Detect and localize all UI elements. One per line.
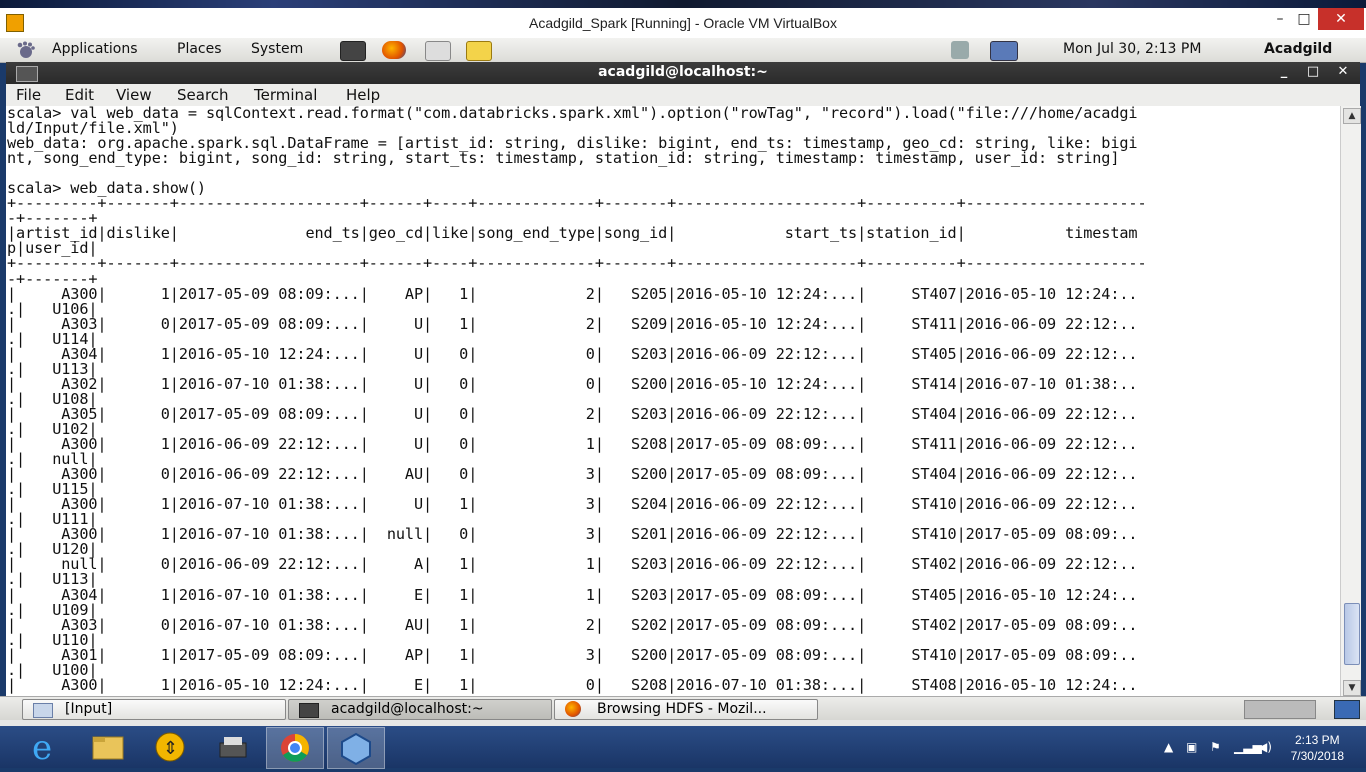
file-explorer-icon[interactable] <box>80 727 136 767</box>
svg-text:⇕: ⇕ <box>163 738 178 759</box>
scroll-thumb[interactable] <box>1344 603 1360 665</box>
window-title: Acadgild_Spark [Running] - Oracle VM Vir… <box>529 15 837 31</box>
gnome-bottom-panel: [Input] acadgild@localhost:~ Browsing HD… <box>0 696 1366 721</box>
notes-launcher-icon[interactable] <box>466 41 492 61</box>
close-button[interactable]: ✕ <box>1318 8 1364 30</box>
terminal-launcher-icon[interactable] <box>340 41 366 61</box>
firefox-launcher-icon[interactable] <box>382 41 406 59</box>
firefox-icon <box>565 701 581 717</box>
tray-flag-icon[interactable]: ⚑ <box>1210 740 1221 754</box>
mail-launcher-icon[interactable] <box>425 41 451 61</box>
scroll-down-arrow[interactable]: ▼ <box>1343 680 1361 696</box>
terminal-titlebar: acadgild@localhost:~ _ □ ✕ <box>6 62 1360 84</box>
terminal-output[interactable]: scala> val web_data = sqlContext.read.fo… <box>6 106 1340 696</box>
task-firefox[interactable]: Browsing HDFS - Mozil... <box>554 699 818 720</box>
menu-edit[interactable]: Edit <box>65 86 94 104</box>
tray-device-icon[interactable]: ▣ <box>1186 740 1197 754</box>
workspace-switcher[interactable] <box>1244 700 1316 719</box>
virtualbox-titlebar: Acadgild_Spark [Running] - Oracle VM Vir… <box>0 0 1366 39</box>
maximize-button[interactable]: □ <box>1286 8 1322 30</box>
menu-view[interactable]: View <box>116 86 152 104</box>
scroll-up-arrow[interactable]: ▲ <box>1343 108 1361 124</box>
menu-search[interactable]: Search <box>177 86 229 104</box>
menu-file[interactable]: File <box>16 86 41 104</box>
gnome-top-panel: Applications Places System Mon Jul 30, 2… <box>0 38 1366 63</box>
volume-icon[interactable] <box>951 41 969 59</box>
speaker-icon[interactable]: ◀) <box>1258 740 1272 754</box>
menu-system[interactable]: System <box>251 41 303 57</box>
gnome-foot-icon <box>17 41 35 58</box>
terminal-text[interactable]: scala> val web_data = sqlContext.read.fo… <box>6 106 1340 693</box>
clock[interactable]: Mon Jul 30, 2:13 PM <box>1063 41 1201 57</box>
terminal-minimize-button[interactable]: _ <box>1272 64 1296 79</box>
menu-applications[interactable]: Applications <box>52 41 138 57</box>
tray-expand-icon[interactable]: ▲ <box>1164 740 1173 754</box>
task-input-folder[interactable]: [Input] <box>22 699 286 720</box>
terminal-maximize-button[interactable]: □ <box>1301 64 1325 79</box>
virtualbox-taskbar-icon[interactable] <box>327 727 385 769</box>
terminal-icon <box>299 703 319 718</box>
internet-explorer-icon[interactable]: e <box>18 727 74 768</box>
host-desktop-strip <box>0 0 1366 8</box>
menu-places[interactable]: Places <box>177 41 222 57</box>
svg-text:e: e <box>32 728 52 767</box>
task-terminal[interactable]: acadgild@localhost:~ <box>288 699 552 720</box>
terminal-close-button[interactable]: ✕ <box>1331 64 1355 79</box>
user-menu[interactable]: Acadgild <box>1264 41 1332 57</box>
folder-icon <box>33 703 53 718</box>
show-desktop-icon[interactable] <box>1334 700 1360 719</box>
menu-help[interactable]: Help <box>346 86 380 104</box>
chrome-icon[interactable] <box>266 727 324 769</box>
windows-taskbar: e ⇕ ▲ ▣ ⚑ ▁▃▅ ◀) 2:13 PM 7/30/2018 <box>0 726 1366 769</box>
terminal-menubar: File Edit View Search Terminal Help <box>6 84 1360 106</box>
app-yellow-icon[interactable]: ⇕ <box>142 727 198 767</box>
terminal-title: acadgild@localhost:~ <box>598 64 768 80</box>
terminal-scrollbar[interactable]: ▲ ▼ <box>1340 106 1361 696</box>
windows-clock[interactable]: 2:13 PM 7/30/2018 <box>1291 732 1344 764</box>
scanner-icon[interactable] <box>204 727 260 767</box>
menu-terminal[interactable]: Terminal <box>254 86 317 104</box>
network-icon[interactable] <box>990 41 1018 61</box>
